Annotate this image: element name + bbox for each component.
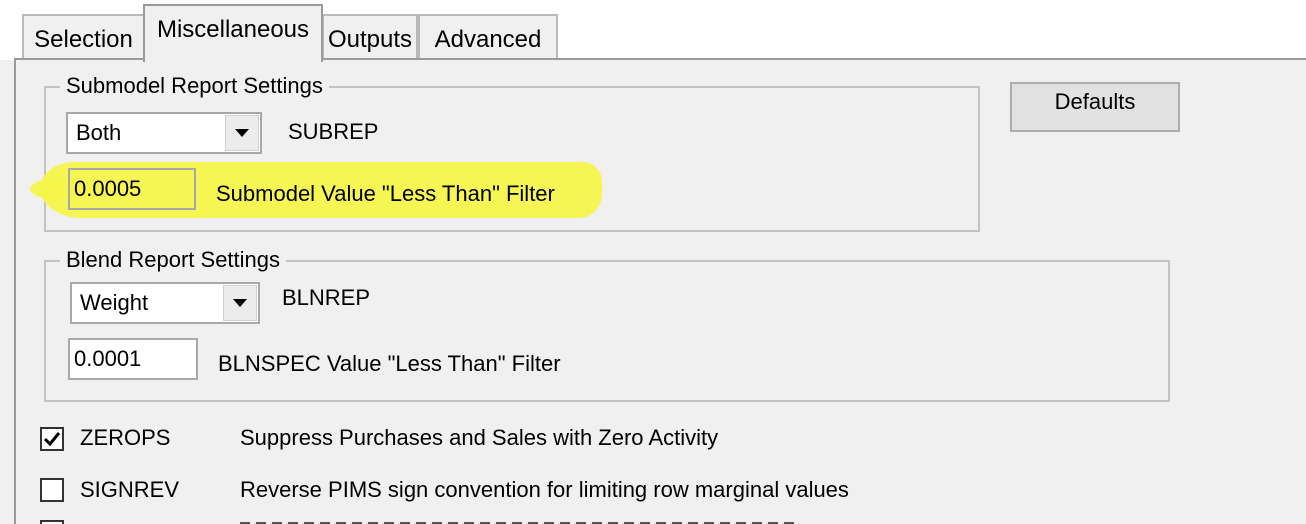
blend-filter-input[interactable] <box>68 338 198 380</box>
tab-outputs[interactable]: Outputs <box>322 14 418 60</box>
subrep-label: SUBREP <box>288 119 379 144</box>
blnrep-dropdown-button[interactable] <box>223 285 257 321</box>
partial-option-text <box>240 520 800 524</box>
subrep-combo-value: Both <box>76 120 122 145</box>
subrep-combo[interactable]: Both <box>66 112 262 154</box>
signrev-checkbox[interactable] <box>40 478 64 502</box>
subrep-dropdown-button[interactable] <box>225 115 259 151</box>
chevron-down-icon <box>233 299 247 307</box>
tab-miscellaneous[interactable]: Miscellaneous <box>143 4 323 62</box>
blend-filter-label: BLNSPEC Value "Less Than" Filter <box>218 351 561 376</box>
signrev-description: Reverse PIMS sign convention for limitin… <box>240 477 849 502</box>
blnrep-combo[interactable]: Weight <box>70 282 260 324</box>
chevron-down-icon <box>235 129 249 137</box>
zerops-checkbox[interactable] <box>40 427 64 451</box>
partial-checkbox[interactable] <box>40 520 64 524</box>
tab-selection[interactable]: Selection <box>22 14 145 60</box>
zerops-description: Suppress Purchases and Sales with Zero A… <box>240 425 719 450</box>
checkmark-icon <box>44 432 60 446</box>
signrev-label: SIGNREV <box>80 477 180 502</box>
blend-group-title: Blend Report Settings <box>60 246 287 274</box>
submodel-filter-label: Submodel Value "Less Than" Filter <box>216 181 555 206</box>
blnrep-combo-value: Weight <box>80 290 149 315</box>
zerops-label: ZEROPS <box>80 425 171 450</box>
tab-strip: Selection Miscellaneous Outputs Advanced <box>0 0 1306 62</box>
submodel-filter-input[interactable] <box>68 168 196 210</box>
dialog-root: Selection Miscellaneous Outputs Advanced… <box>0 0 1306 524</box>
tab-advanced[interactable]: Advanced <box>418 14 558 60</box>
defaults-button[interactable]: Defaults <box>1010 82 1180 132</box>
submodel-group-title: Submodel Report Settings <box>60 72 329 100</box>
blnrep-label: BLNREP <box>282 285 371 310</box>
